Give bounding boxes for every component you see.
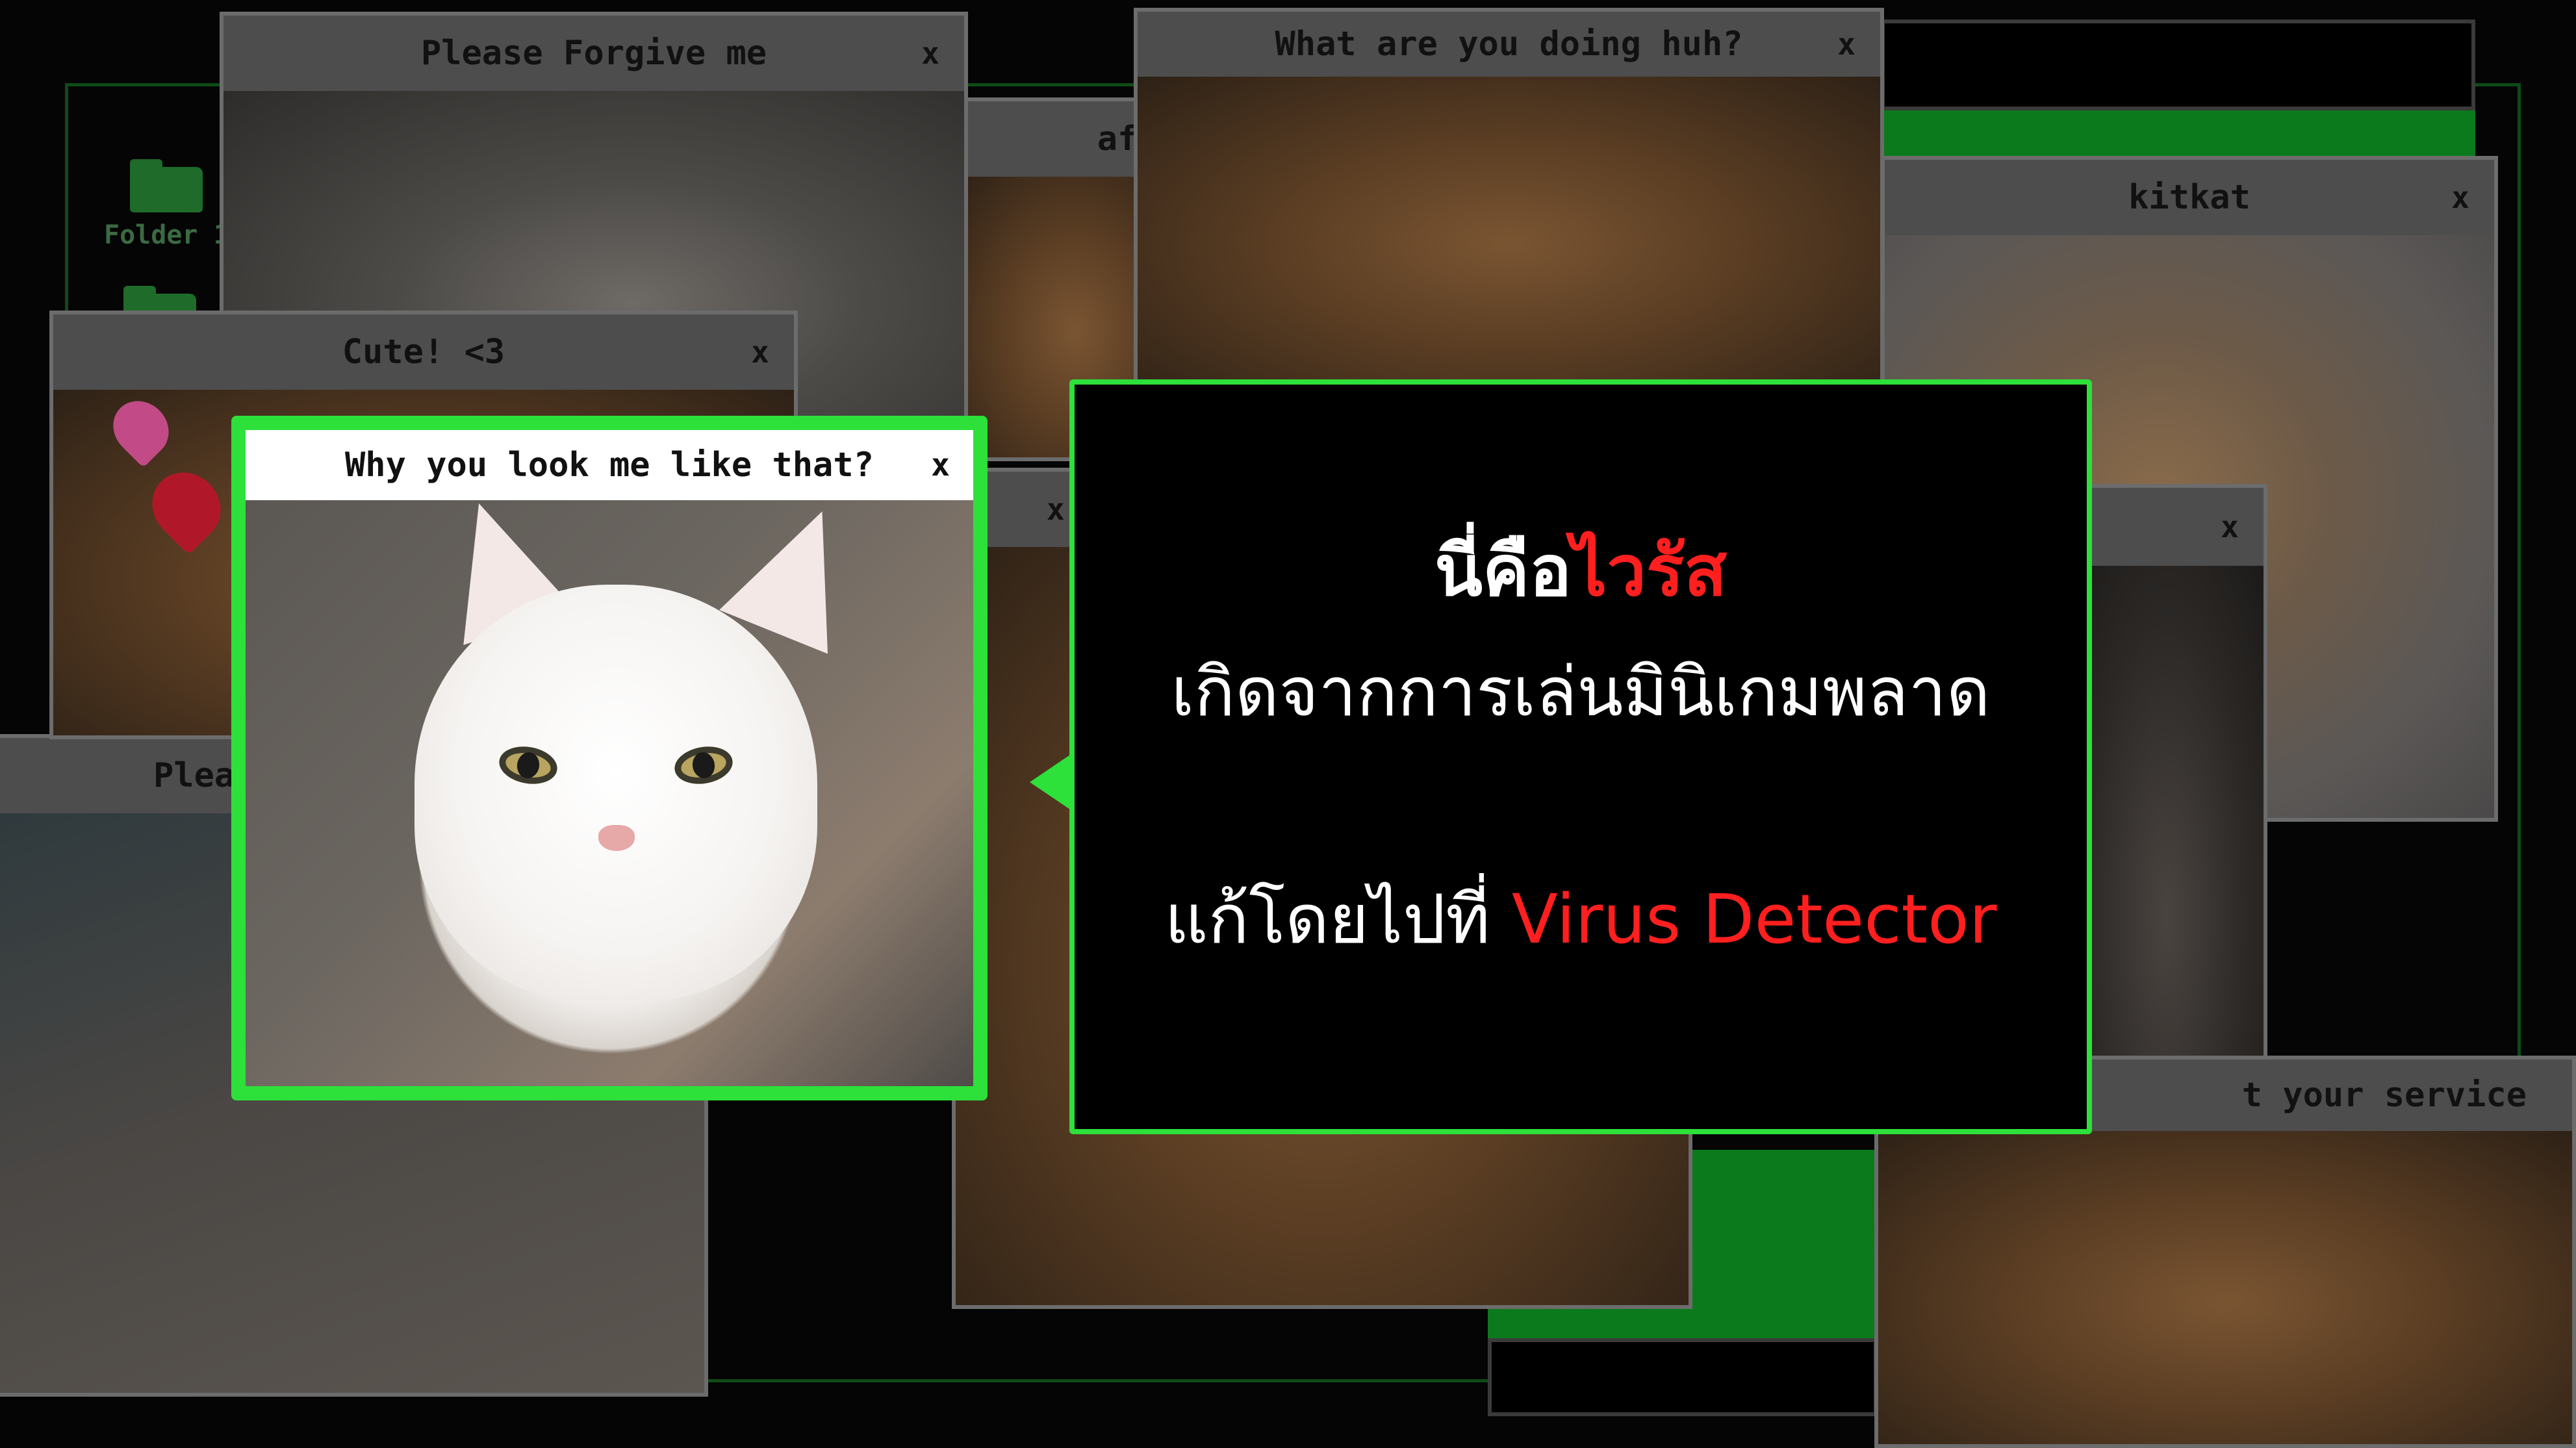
desktop-folder-1[interactable]: Folder 1 xyxy=(104,159,229,250)
folder-icon xyxy=(130,159,203,212)
dialog-line-1-prefix: นี่คือ xyxy=(1435,531,1572,612)
close-icon[interactable]: x xyxy=(751,335,769,370)
dialog-line-3-prefix: แก้โดยไปที่ xyxy=(1164,880,1512,959)
window-title: kitkat xyxy=(2128,178,2251,217)
virus-detector-link: Virus Detector xyxy=(1511,880,1997,959)
cat-image xyxy=(1138,77,1880,381)
folder-label: Folder 1 xyxy=(104,220,229,250)
close-icon[interactable]: x xyxy=(931,447,950,483)
window-title: What are you doing huh? xyxy=(1275,25,1743,64)
angry-white-cat-image xyxy=(246,485,973,1086)
virus-message-dialog: นี่คือไวรัส เกิดจากการเล่นมินิเกมพลาด แก… xyxy=(1069,379,2092,1134)
window-titlebar[interactable]: Why you look me like that? x xyxy=(246,430,973,500)
dialog-line-1: นี่คือไวรัส xyxy=(1075,514,2087,626)
close-icon[interactable]: x xyxy=(2221,509,2239,544)
dialog-pointer-arrow xyxy=(1030,755,1070,809)
cat-image xyxy=(1878,1131,2572,1444)
window-titlebar[interactable]: kitkat x xyxy=(1885,160,2494,235)
window-title: Plea xyxy=(153,756,235,795)
window-title: Please Forgive me xyxy=(420,34,767,73)
close-icon[interactable]: x xyxy=(921,36,939,71)
active-popup-window[interactable]: Why you look me like that? x xyxy=(231,416,988,1100)
window-titlebar[interactable]: Please Forgive me x xyxy=(223,16,964,91)
dialog-line-2: เกิดจากการเล่นมินิเกมพลาด xyxy=(1171,652,1991,731)
heart-icon xyxy=(138,458,235,555)
window-titlebar[interactable]: x xyxy=(2070,488,2264,566)
close-icon[interactable]: x xyxy=(1047,492,1065,527)
dialog-line-3: แก้โดยไปที่ Virus Detector xyxy=(1075,865,2087,972)
black-panel xyxy=(1881,19,2475,110)
heart-icon xyxy=(101,389,181,468)
window-titlebar[interactable]: Cute! <3 x xyxy=(53,314,794,390)
window-title: Why you look me like that? xyxy=(345,446,874,485)
dialog-line-1-highlight: ไวรัส xyxy=(1572,531,1727,612)
close-icon[interactable]: x xyxy=(2451,180,2469,215)
popup-window-doing[interactable]: What are you doing huh? x xyxy=(1134,8,1884,385)
window-title: Cute! <3 xyxy=(342,333,505,372)
progress-bar-fill xyxy=(1881,109,2475,161)
black-panel-lower xyxy=(1488,1338,1878,1416)
window-title: t your service xyxy=(2241,1076,2527,1115)
close-icon[interactable]: x xyxy=(1837,27,1855,62)
cat-nose xyxy=(598,825,635,851)
window-titlebar[interactable]: What are you doing huh? x xyxy=(1138,12,1880,77)
cat-head xyxy=(414,585,817,1000)
